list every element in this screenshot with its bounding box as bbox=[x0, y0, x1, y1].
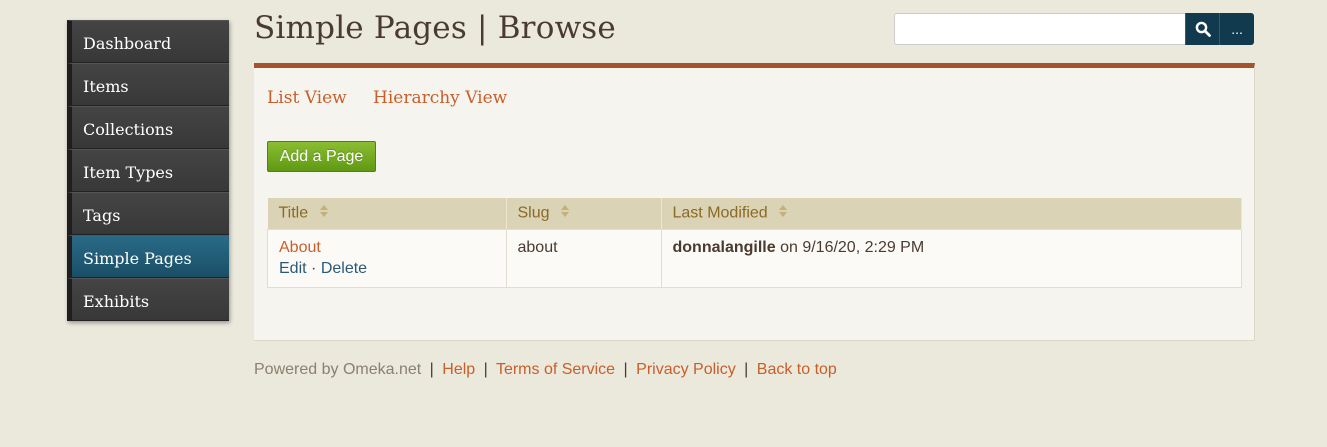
column-header-title[interactable]: Title bbox=[267, 198, 507, 230]
footer-link-back-to-top[interactable]: Back to top bbox=[757, 361, 837, 378]
action-separator: · bbox=[311, 260, 317, 277]
tab-list-view[interactable]: List View bbox=[267, 88, 347, 108]
column-header-label: Last Modified bbox=[672, 204, 768, 222]
pages-table: Title Slug Last Modified About Edit · De… bbox=[267, 198, 1242, 288]
sidebar-item-item-types[interactable]: Item Types bbox=[67, 149, 229, 192]
search-bar: ... bbox=[894, 13, 1254, 47]
content-panel: List View Hierarchy View Add a Page Titl… bbox=[254, 63, 1255, 341]
footer-separator: | bbox=[483, 361, 488, 378]
sidebar-item-collections[interactable]: Collections bbox=[67, 106, 229, 149]
search-icon bbox=[1195, 21, 1211, 37]
sort-icon bbox=[560, 204, 570, 223]
title-cell: About Edit · Delete bbox=[267, 229, 507, 288]
add-page-button[interactable]: Add a Page bbox=[267, 141, 376, 172]
column-header-label: Slug bbox=[517, 204, 550, 222]
footer-link-help[interactable]: Help bbox=[442, 361, 475, 378]
slug-cell: about bbox=[505, 229, 662, 288]
page-title: Simple Pages | Browse bbox=[254, 10, 616, 46]
footer-separator: | bbox=[429, 361, 434, 378]
sidebar-item-exhibits[interactable]: Exhibits bbox=[67, 278, 229, 321]
column-header-slug[interactable]: Slug bbox=[506, 198, 662, 230]
edit-link[interactable]: Edit bbox=[279, 260, 307, 277]
search-button[interactable] bbox=[1185, 13, 1220, 45]
sidebar-item-items[interactable]: Items bbox=[67, 63, 229, 106]
advanced-search-button[interactable]: ... bbox=[1219, 13, 1254, 45]
footer-link-terms[interactable]: Terms of Service bbox=[496, 361, 615, 378]
delete-link[interactable]: Delete bbox=[321, 260, 367, 277]
sidebar-nav: Dashboard Items Collections Item Types T… bbox=[67, 20, 229, 321]
powered-by-text: Powered by Omeka.net bbox=[254, 361, 422, 378]
tab-hierarchy-view[interactable]: Hierarchy View bbox=[373, 88, 507, 108]
column-header-label: Title bbox=[278, 204, 309, 222]
last-modified-cell: donnalangille on 9/16/20, 2:29 PM bbox=[660, 229, 1242, 288]
modified-by: donnalangille bbox=[672, 239, 776, 256]
footer: Powered by Omeka.net | Help | Terms of S… bbox=[254, 361, 837, 379]
table-row: About Edit · Delete about donnalangille … bbox=[267, 229, 1242, 288]
footer-link-privacy[interactable]: Privacy Policy bbox=[636, 361, 736, 378]
sidebar-item-dashboard[interactable]: Dashboard bbox=[67, 20, 229, 63]
column-header-last-modified[interactable]: Last Modified bbox=[661, 198, 1242, 230]
footer-separator: | bbox=[623, 361, 628, 378]
table-header-row: Title Slug Last Modified bbox=[267, 198, 1242, 230]
footer-separator: | bbox=[744, 361, 749, 378]
sort-icon bbox=[319, 204, 329, 223]
sort-icon bbox=[778, 204, 788, 223]
modified-on: on 9/16/20, 2:29 PM bbox=[780, 239, 925, 256]
sidebar-item-tags[interactable]: Tags bbox=[67, 192, 229, 235]
page-title-link[interactable]: About bbox=[279, 239, 321, 256]
search-input[interactable] bbox=[894, 13, 1186, 45]
sidebar-item-simple-pages[interactable]: Simple Pages bbox=[67, 235, 229, 278]
